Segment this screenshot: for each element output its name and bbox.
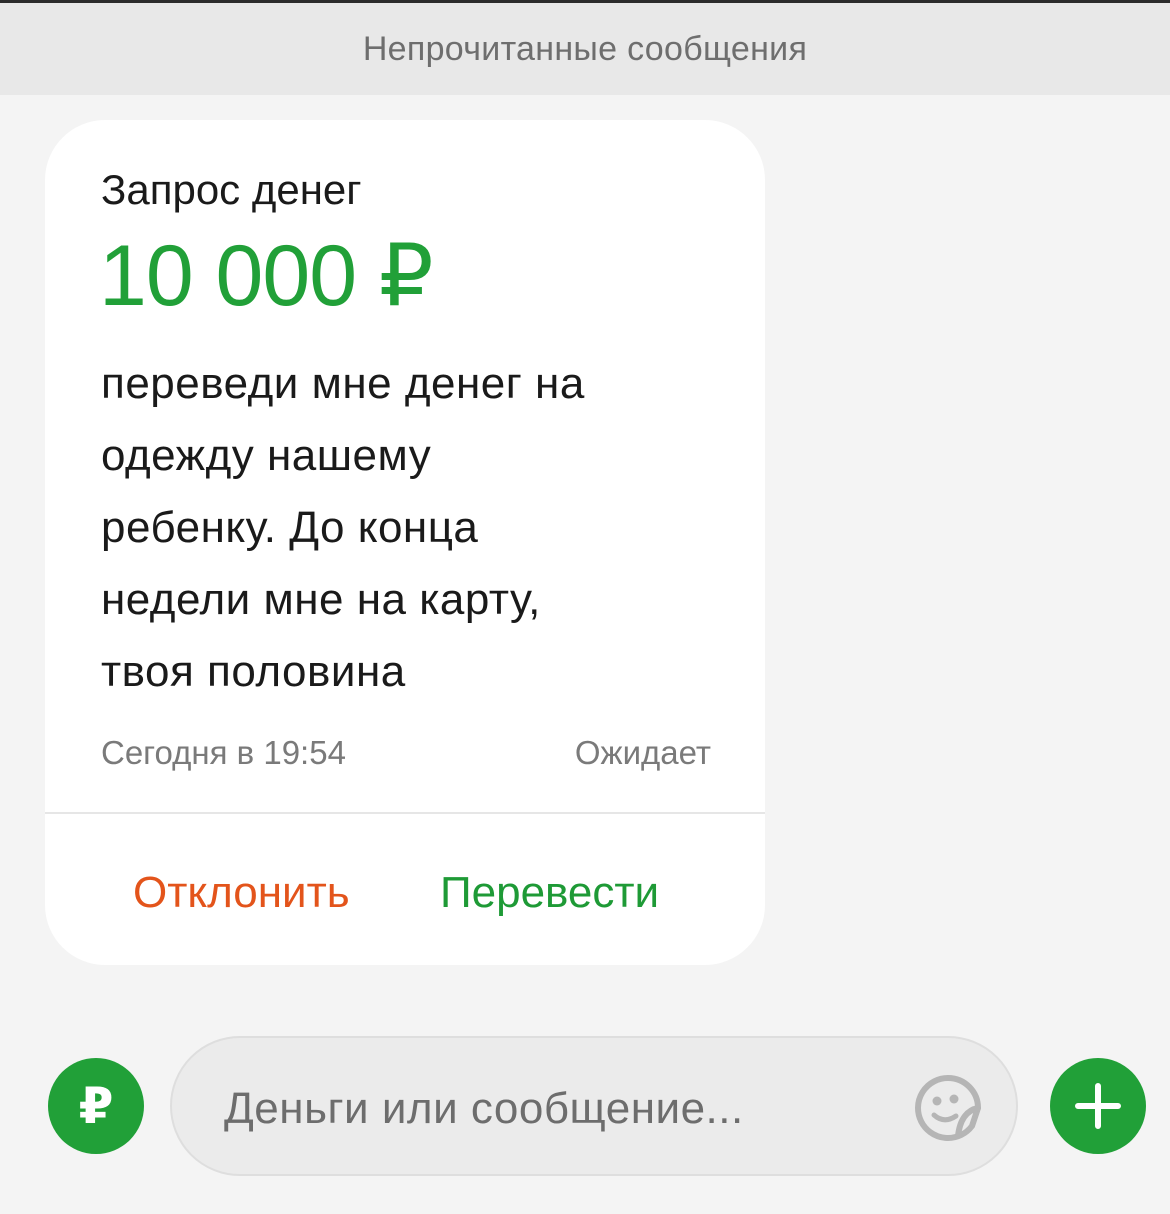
request-title: Запрос денег bbox=[101, 166, 362, 213]
decline-button[interactable]: Отклонить bbox=[133, 868, 350, 918]
send-money-button[interactable]: ₽ bbox=[48, 1058, 144, 1154]
request-timestamp: Сегодня в 19:54 bbox=[101, 734, 346, 771]
message-line: одежду нашему bbox=[101, 431, 432, 480]
message-line: недели мне на карту, bbox=[101, 575, 541, 624]
message-input-placeholder: Деньги или сообщение... bbox=[224, 1084, 744, 1133]
transfer-button[interactable]: Перевести bbox=[440, 868, 659, 918]
message-line: переведи мне денег на bbox=[101, 359, 585, 408]
card-divider bbox=[45, 812, 765, 814]
message-line: ребенку. До конца bbox=[101, 503, 479, 552]
message-line: твоя половина bbox=[101, 647, 406, 696]
request-amount: 10 000 ₽ bbox=[99, 228, 434, 324]
sticker-icon[interactable] bbox=[914, 1074, 982, 1142]
ruble-icon: ₽ bbox=[78, 1078, 114, 1134]
add-button[interactable] bbox=[1050, 1058, 1146, 1154]
message-input[interactable]: Деньги или сообщение... bbox=[170, 1036, 1018, 1176]
request-message: переведи мне денег на одежду нашему ребе… bbox=[101, 348, 721, 708]
plus-icon bbox=[1075, 1083, 1121, 1129]
money-request-card: Запрос денег 10 000 ₽ переведи мне денег… bbox=[45, 120, 765, 965]
unread-messages-header: Непрочитанные сообщения bbox=[0, 3, 1170, 95]
header-title: Непрочитанные сообщения bbox=[362, 29, 808, 68]
request-status: Ожидает bbox=[574, 734, 711, 771]
